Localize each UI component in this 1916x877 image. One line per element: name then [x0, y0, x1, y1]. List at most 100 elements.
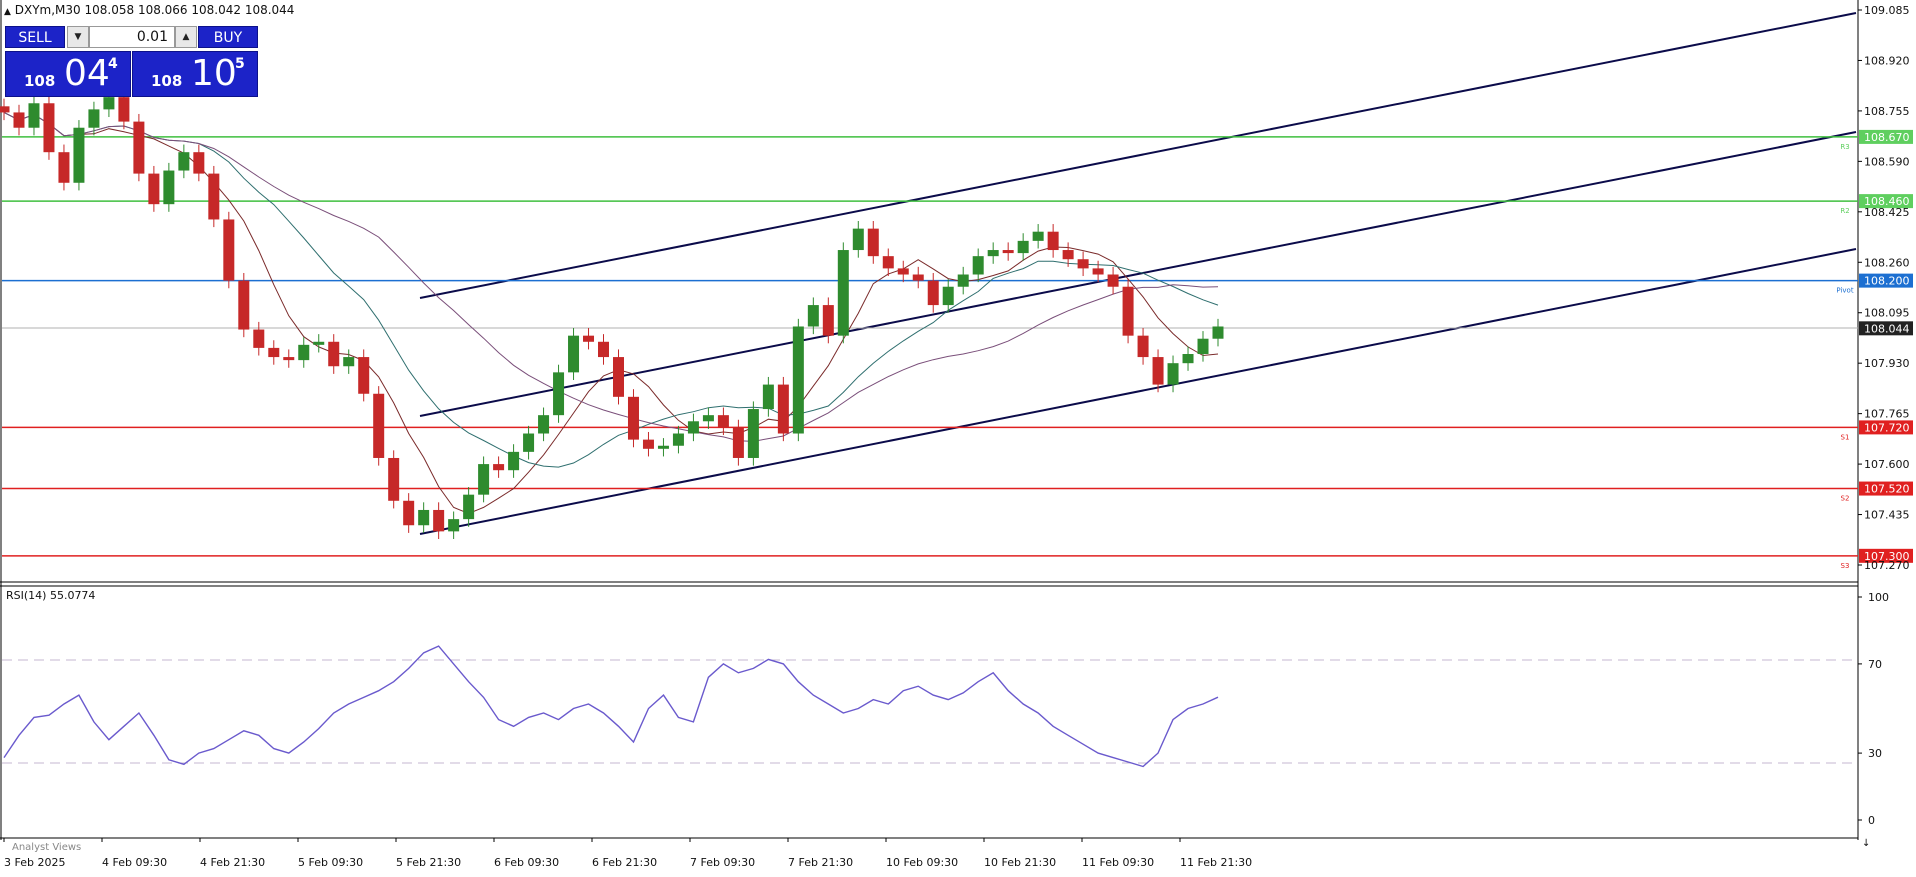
lot-size-input[interactable]: 0.01 [89, 26, 175, 48]
candle-body [1137, 335, 1149, 358]
triangle-icon[interactable]: ▲ [4, 7, 11, 17]
candle-body [43, 103, 55, 153]
price-tick-label: 108.590 [1864, 155, 1910, 168]
candle-body [657, 445, 669, 449]
price-tick-label: 108.920 [1864, 54, 1910, 67]
price-tick-label: 109.085 [1864, 4, 1910, 17]
buy-button[interactable]: BUY [198, 26, 258, 48]
level-price-label: 107.520 [1864, 483, 1910, 496]
level-price-label: 108.200 [1864, 275, 1910, 288]
sell-price-big: 04 [64, 53, 110, 94]
candle-body [717, 415, 729, 428]
price-tick-label: 108.425 [1864, 206, 1910, 219]
candle-body [208, 173, 220, 220]
price-tick-label: 107.930 [1864, 357, 1910, 370]
time-tick-label: 3 Feb 2025 [4, 856, 65, 869]
candle-body [1152, 357, 1164, 385]
buy-price-big: 10 [191, 53, 237, 94]
candle-body [0, 106, 10, 113]
candle-body [283, 357, 295, 361]
price-tick-label: 108.260 [1864, 256, 1910, 269]
candle-body [1092, 268, 1104, 275]
scroll-down-icon[interactable]: ↓ [1862, 838, 1870, 849]
candle-body [1002, 250, 1014, 254]
candle-body [133, 121, 145, 174]
candle-body [1107, 274, 1119, 287]
price-tick-label: 107.765 [1864, 408, 1910, 421]
candle-body [852, 228, 864, 251]
candle-body [807, 305, 819, 327]
channel-lower-line[interactable] [419, 248, 1857, 535]
candle-body [313, 341, 325, 345]
candle-body [448, 519, 460, 532]
one-click-trading-panel: SELL ▼ 0.01 ▲ BUY 108 04 4 108 10 5 [5, 24, 258, 98]
candle-body [972, 256, 984, 275]
time-tick-label: 4 Feb 21:30 [200, 856, 265, 869]
candle-body [612, 357, 624, 397]
rsi-label: RSI(14) 55.0774 [6, 589, 96, 602]
buy-price-prefix: 108 [151, 72, 183, 90]
sell-button[interactable]: SELL [5, 26, 65, 48]
channel-middle-line[interactable] [419, 131, 1857, 417]
candle-body [13, 112, 25, 128]
time-tick-label: 10 Feb 21:30 [984, 856, 1056, 869]
rsi-tick-label: 30 [1868, 747, 1882, 760]
rsi-tick-label: 0 [1868, 814, 1875, 827]
chart-canvas[interactable]: 108.670R3108.460R2108.200Pivot107.720S11… [0, 0, 1916, 874]
candle-body [1197, 338, 1209, 355]
level-name-label: S2 [1841, 495, 1850, 503]
price-tick-label: 107.435 [1864, 509, 1910, 522]
time-tick-label: 6 Feb 21:30 [592, 856, 657, 869]
candle-body [193, 152, 205, 174]
candle-body [568, 335, 580, 373]
candle-body [1032, 231, 1044, 241]
level-name-label: S1 [1841, 433, 1850, 441]
time-tick-label: 7 Feb 09:30 [690, 856, 755, 869]
time-tick-label: 4 Feb 09:30 [102, 856, 167, 869]
candle-body [403, 500, 415, 526]
candle-body [927, 280, 939, 306]
channel-upper-line[interactable] [419, 12, 1857, 299]
price-tick-label: 108.095 [1864, 307, 1910, 320]
candle-body [583, 335, 595, 342]
candle-body [777, 384, 789, 434]
lot-increase-icon[interactable]: ▲ [175, 26, 197, 48]
analyst-views-label[interactable]: Analyst Views [12, 842, 81, 852]
trading-chart[interactable]: 108.670 R3 108.460 R2 108.200 Pivot 107.720 S1 1… [0, 0, 1916, 874]
rsi-tick-label: 100 [1868, 591, 1889, 604]
candle-body [897, 268, 909, 275]
candle-body [837, 250, 849, 336]
price-tick-label: 107.600 [1864, 458, 1910, 471]
candle-body [598, 341, 610, 358]
candle-body [223, 219, 235, 281]
candle-body [642, 439, 654, 449]
buy-price-box[interactable]: 108 10 5 [132, 51, 258, 97]
candle-body [463, 494, 475, 520]
candle-body [178, 152, 190, 171]
time-tick-label: 7 Feb 21:30 [788, 856, 853, 869]
candle-body [253, 329, 265, 348]
ma-fast-line [3, 111, 1219, 515]
candle-body [28, 103, 40, 128]
candle-body [627, 396, 639, 440]
candle-body [523, 433, 535, 452]
candle-body [343, 357, 355, 367]
candle-body [747, 409, 759, 458]
lot-decrease-icon[interactable]: ▼ [67, 26, 89, 48]
time-tick-label: 5 Feb 21:30 [396, 856, 461, 869]
candle-body [358, 357, 370, 394]
candle-body [298, 344, 310, 361]
candle-body [687, 421, 699, 434]
rsi-line [3, 645, 1219, 768]
price-tick-label: 107.270 [1864, 559, 1910, 572]
level-name-label: R2 [1840, 207, 1849, 215]
sell-price-box[interactable]: 108 04 4 [5, 51, 131, 97]
candle-body [373, 393, 385, 458]
candle-body [88, 109, 100, 128]
candle-body [148, 173, 160, 205]
candle-body [478, 464, 490, 495]
candle-body [1077, 259, 1089, 269]
symbol-title: DXYm,M30 [14, 3, 81, 17]
candle-body [702, 415, 714, 422]
candle-body [1047, 231, 1059, 251]
